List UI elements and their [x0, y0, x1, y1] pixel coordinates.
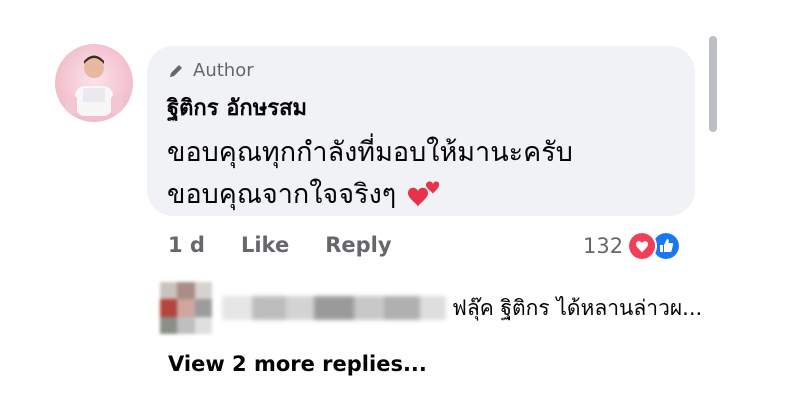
comment-text-line-1: ขอบคุณทุกกำลังที่มอบให้มานะครับ: [167, 137, 573, 168]
scrollbar-thumb[interactable]: [709, 36, 717, 132]
author-badge-label: Author: [193, 60, 254, 81]
reaction-count: 132: [583, 234, 624, 258]
reply-preview-text: ฟลุ๊ค ฐิติกร ได้หลานล่าวผ...: [452, 295, 703, 320]
comment-bubble: Author ฐิติกร อักษรสม ขอบคุณทุกกำลังที่ม…: [147, 46, 695, 216]
author-badge: Author: [167, 60, 254, 81]
avatar-image: [65, 55, 123, 116]
comment-text-line-2-text: ขอบคุณจากใจจริงๆ: [167, 179, 397, 210]
author-avatar[interactable]: [55, 44, 133, 122]
reply-author-name-redacted[interactable]: [222, 296, 446, 320]
comment-time[interactable]: 1 d: [168, 233, 205, 257]
pencil-icon: [170, 64, 182, 77]
comment-text-line-2: ขอบคุณจากใจจริงๆ: [167, 172, 440, 215]
two-hearts-icon: [408, 180, 440, 207]
like-button[interactable]: Like: [241, 233, 289, 257]
reactions-summary[interactable]: 132: [583, 231, 682, 261]
author-name[interactable]: ฐิติกร อักษรสม: [167, 90, 307, 125]
reply-button[interactable]: Reply: [325, 233, 391, 257]
reply-preview[interactable]: ฟลุ๊ค ฐิติกร ได้หลานล่าวผ...: [160, 282, 702, 334]
comment-actions: 1 d Like Reply: [168, 233, 392, 257]
love-reaction-icon: [627, 231, 658, 261]
view-more-replies-button[interactable]: View 2 more replies...: [168, 352, 427, 376]
reply-avatar[interactable]: [160, 282, 212, 334]
